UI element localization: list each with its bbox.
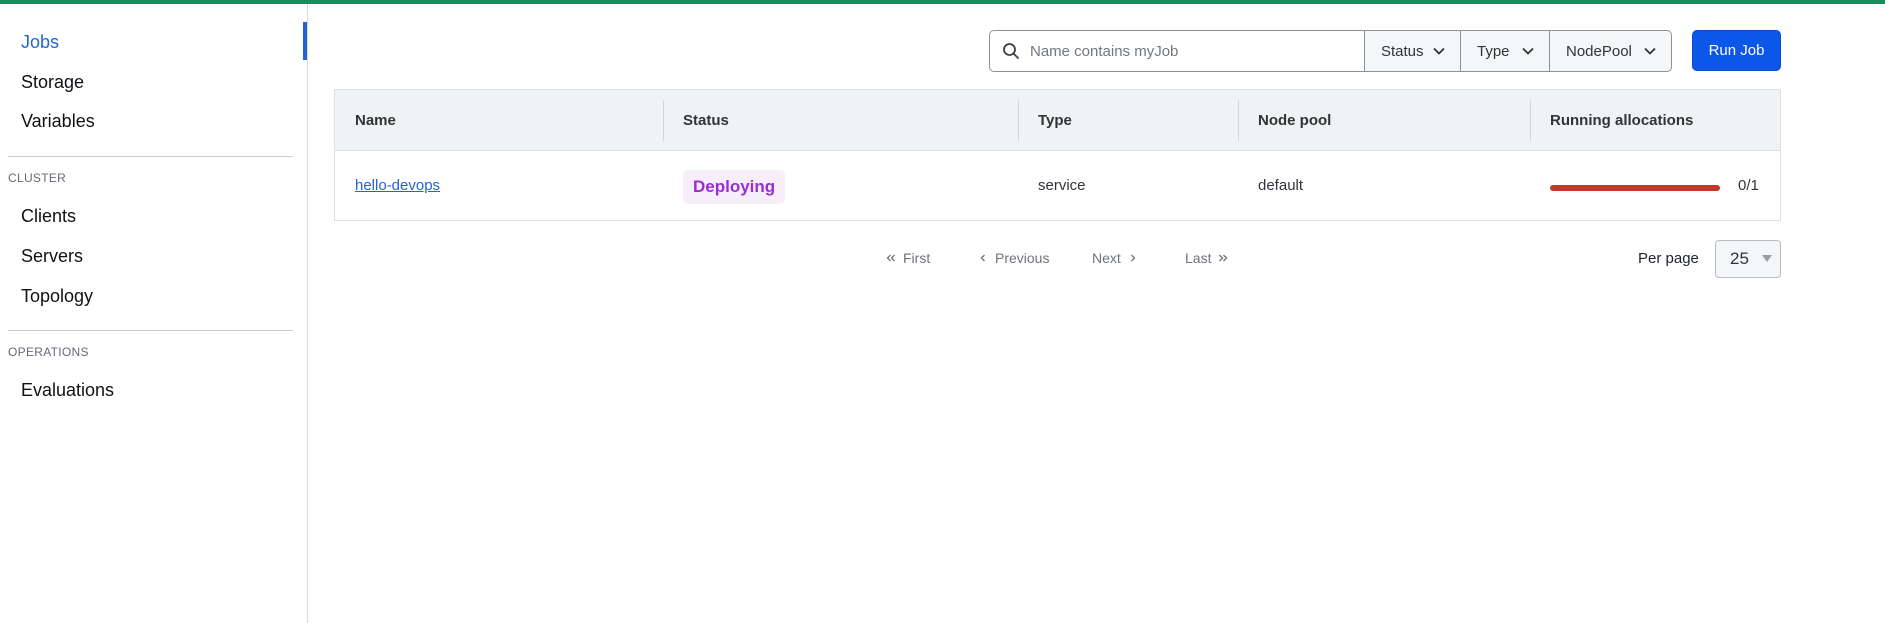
column-header-type[interactable]: Type (1038, 90, 1072, 151)
column-header-name[interactable]: Name (355, 90, 396, 151)
caret-down-icon (1762, 255, 1772, 262)
per-page-label: Per page (1638, 250, 1699, 267)
chevron-down-icon (1522, 47, 1534, 55)
per-page-value: 25 (1730, 249, 1749, 268)
section-title-cluster: CLUSTER (8, 171, 67, 185)
job-node-pool: default (1258, 177, 1304, 194)
double-chevron-left-icon (886, 254, 895, 262)
pagination-previous-label: Previous (995, 250, 1050, 266)
chevron-down-icon (1644, 47, 1656, 55)
sidebar-item-jobs[interactable]: Jobs (21, 32, 59, 53)
column-header-node-pool[interactable]: Node pool (1258, 90, 1331, 151)
chevron-right-icon (1130, 254, 1136, 262)
type-filter-dropdown[interactable]: Type (1461, 30, 1550, 72)
sidebar-item-evaluations[interactable]: Evaluations (21, 380, 114, 401)
column-header-running-allocations[interactable]: Running allocations (1550, 90, 1693, 151)
column-divider (663, 100, 664, 141)
search-input[interactable] (1030, 31, 1360, 71)
sidebar-divider (8, 156, 293, 157)
pagination-last[interactable]: Last (1185, 250, 1229, 266)
sidebar-item-servers[interactable]: Servers (21, 246, 83, 267)
active-nav-indicator (303, 22, 307, 60)
column-divider (1018, 100, 1019, 141)
allocation-count: 0/1 (1738, 177, 1759, 194)
per-page-select[interactable]: 25 (1715, 240, 1781, 278)
status-badge: Deploying (683, 170, 786, 204)
sidebar-item-topology[interactable]: Topology (21, 286, 93, 307)
jobs-table: Name Status Type Node pool Running alloc… (334, 89, 1781, 221)
pagination-last-label: Last (1185, 250, 1212, 266)
job-name-link[interactable]: hello-devops (355, 177, 440, 194)
chevron-down-icon (1433, 47, 1445, 55)
section-title-operations: OPERATIONS (8, 345, 89, 359)
nodepool-filter-dropdown[interactable]: NodePool (1550, 30, 1672, 72)
search-icon (1003, 43, 1019, 59)
sidebar-item-storage[interactable]: Storage (21, 72, 84, 93)
pagination-next-label: Next (1092, 250, 1121, 266)
sidebar: Jobs Storage Variables CLUSTER Clients S… (0, 4, 308, 623)
status-filter-dropdown[interactable]: Status (1364, 30, 1461, 72)
allocation-progress-bar (1550, 185, 1720, 191)
pagination-next[interactable]: Next (1092, 250, 1139, 266)
pagination-previous[interactable]: Previous (977, 250, 1049, 266)
pagination-first-label: First (903, 250, 931, 266)
job-search (989, 30, 1365, 72)
column-divider (1238, 100, 1239, 141)
status-filter-label: Status (1381, 42, 1424, 60)
table-header: Name Status Type Node pool Running alloc… (335, 90, 1780, 151)
column-header-status[interactable]: Status (683, 90, 729, 151)
sidebar-divider (8, 330, 293, 331)
column-divider (1530, 100, 1531, 141)
nodepool-filter-label: NodePool (1566, 42, 1632, 60)
pagination-first[interactable]: First (885, 250, 930, 266)
sidebar-item-clients[interactable]: Clients (21, 206, 76, 227)
chevron-left-icon (980, 254, 985, 262)
type-filter-label: Type (1477, 42, 1510, 60)
double-chevron-right-icon (1219, 254, 1228, 262)
job-type: service (1038, 177, 1086, 194)
run-job-button[interactable]: Run Job (1692, 30, 1781, 71)
sidebar-item-variables[interactable]: Variables (21, 111, 95, 132)
